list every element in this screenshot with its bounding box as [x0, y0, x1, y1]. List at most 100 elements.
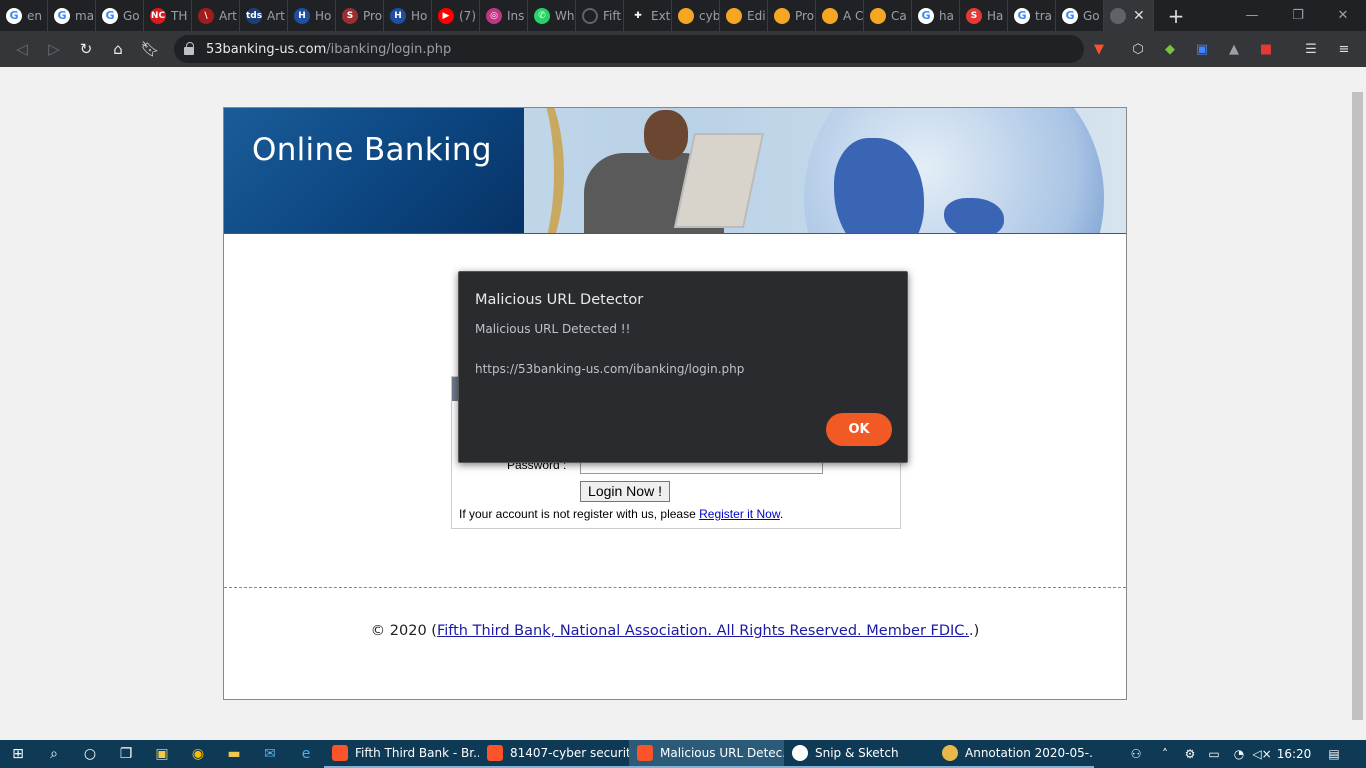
- tab-label: cyb: [699, 8, 719, 23]
- address-bar[interactable]: 53banking-us.com/ibanking/login.php: [174, 35, 1084, 63]
- home-button[interactable]: ⌂: [102, 33, 134, 65]
- taskbar-app-label: Malicious URL Detec...: [660, 746, 784, 760]
- leaf-extension-icon[interactable]: ◆: [1160, 39, 1180, 59]
- browser-tab[interactable]: S Ha: [960, 0, 1008, 31]
- google-icon: G: [1062, 7, 1078, 24]
- edge-icon[interactable]: e: [288, 740, 324, 768]
- browser-tab[interactable]: Fift: [576, 0, 624, 31]
- forward-button[interactable]: ▷: [38, 33, 70, 65]
- hand-icon: [822, 7, 838, 24]
- battery-icon[interactable]: ▭: [1204, 740, 1224, 768]
- login-button[interactable]: Login Now !: [580, 481, 670, 502]
- dialog-title: Malicious URL Detector: [475, 292, 644, 308]
- close-tab-icon[interactable]: ✕: [1133, 8, 1145, 24]
- register-link[interactable]: Register it Now: [699, 507, 780, 521]
- taskbar-app[interactable]: Malicious URL Detec...: [629, 740, 784, 768]
- browser-tab[interactable]: Gen: [0, 0, 48, 31]
- browser-tab[interactable]: tds Art: [240, 0, 288, 31]
- drive-extension-icon[interactable]: ▲: [1224, 39, 1244, 59]
- translate-extension-icon[interactable]: ▣: [1192, 39, 1212, 59]
- register-suffix: .: [779, 507, 784, 521]
- browser-tab[interactable]: NC TH: [144, 0, 192, 31]
- notifications-icon[interactable]: ▤: [1322, 740, 1346, 768]
- search-icon[interactable]: ⌕: [36, 740, 72, 768]
- task-view-icon[interactable]: ❐: [108, 740, 144, 768]
- puzzle-icon: ✚: [630, 7, 646, 24]
- wifi-icon[interactable]: ◔: [1228, 740, 1250, 768]
- browser-tab[interactable]: S Pro: [336, 0, 384, 31]
- browser-tab[interactable]: Ca: [864, 0, 912, 31]
- hand-icon: [774, 7, 790, 24]
- cortana-icon[interactable]: ○: [72, 740, 108, 768]
- taskbar-app[interactable]: Fifth Third Bank - Br...: [324, 740, 479, 768]
- taskbar-app[interactable]: 81407-cyber security...: [479, 740, 629, 768]
- footer-suffix: .): [969, 623, 980, 639]
- tab-label: Art: [219, 8, 237, 23]
- browser-tab[interactable]: Gtra: [1008, 0, 1056, 31]
- reading-list-icon[interactable]: ☰: [1301, 39, 1321, 59]
- close-window-button[interactable]: ✕: [1320, 0, 1366, 31]
- tab-label: Edi: [747, 8, 766, 23]
- chrome-icon[interactable]: ◉: [180, 740, 216, 768]
- browser-tab[interactable]: ◎ Ins: [480, 0, 528, 31]
- reload-button[interactable]: ↻: [70, 33, 102, 65]
- cube-extension-icon[interactable]: ⬡: [1128, 39, 1148, 59]
- brave-shields-icon[interactable]: ▼: [1089, 39, 1109, 59]
- scrollbar-thumb[interactable]: [1352, 92, 1363, 720]
- taskbar-app[interactable]: Snip & Sketch: [784, 740, 934, 768]
- browser-tab[interactable]: H Ho: [384, 0, 432, 31]
- tab-label: Wh: [555, 8, 575, 23]
- footer: © 2020 (Fifth Third Bank, National Assoc…: [224, 623, 1126, 639]
- instagram-icon: ◎: [486, 7, 502, 24]
- browser-tab[interactable]: A C: [816, 0, 864, 31]
- network-settings-icon[interactable]: ⚙: [1180, 740, 1200, 768]
- browser-tab[interactable]: G Go: [1056, 0, 1104, 31]
- new-tab-button[interactable]: +: [1164, 4, 1188, 28]
- chevron-up-icon[interactable]: ˄: [1155, 740, 1175, 768]
- footer-link[interactable]: Fifth Third Bank, National Association. …: [437, 623, 969, 639]
- tab-label: Pro: [363, 8, 383, 23]
- tab-label: Go: [123, 8, 140, 23]
- people-icon[interactable]: ⚇: [1124, 740, 1148, 768]
- browser-tab[interactable]: H Ho: [288, 0, 336, 31]
- menu-icon[interactable]: ≡: [1334, 39, 1354, 59]
- clock[interactable]: 16:20: [1276, 740, 1312, 768]
- google-icon: G: [54, 7, 70, 24]
- browser-tab[interactable]: G Go: [96, 0, 144, 31]
- cross-icon: \: [198, 7, 214, 24]
- banner-gold-curve: [474, 108, 564, 233]
- google-icon: G: [1014, 7, 1030, 24]
- browser-tab[interactable]: cyb: [672, 0, 720, 31]
- store-icon[interactable]: ▣: [144, 740, 180, 768]
- browser-tab[interactable]: ▶ (7): [432, 0, 480, 31]
- browser-tab[interactable]: Gha: [912, 0, 960, 31]
- banner: Online Banking: [224, 108, 1126, 234]
- browser-tab-active[interactable]: ✕: [1104, 0, 1154, 31]
- brave-icon: [332, 745, 348, 761]
- url-host: 53banking-us.com: [206, 41, 327, 57]
- browser-tab[interactable]: ✆ Wh: [528, 0, 576, 31]
- windows-start-icon[interactable]: ⊞: [0, 740, 36, 768]
- volume-muted-icon[interactable]: ◁×: [1252, 740, 1272, 768]
- taskbar-app[interactable]: Annotation 2020-05-...: [934, 740, 1094, 768]
- restore-button[interactable]: ❐: [1275, 0, 1321, 31]
- browser-tab[interactable]: Pro: [768, 0, 816, 31]
- back-button[interactable]: ◁: [6, 33, 38, 65]
- browser-tab[interactable]: ✚ Ext: [624, 0, 672, 31]
- red-extension-icon[interactable]: ■: [1256, 39, 1276, 59]
- tab-label: tra: [1035, 8, 1052, 23]
- taskbar-app-label: 81407-cyber security...: [510, 746, 629, 760]
- tab-label: ma: [75, 8, 95, 23]
- tab-label: Ext: [651, 8, 671, 23]
- browser-tab[interactable]: \ Art: [192, 0, 240, 31]
- browser-tab[interactable]: Edi: [720, 0, 768, 31]
- minimize-button[interactable]: —: [1229, 0, 1275, 31]
- globe-image: [804, 108, 1104, 233]
- tab-label: Ho: [315, 8, 332, 23]
- bookmark-button[interactable]: 🔖︎: [134, 33, 166, 65]
- mail-icon[interactable]: ✉: [252, 740, 288, 768]
- ok-button[interactable]: OK: [826, 413, 892, 446]
- register-line: If your account is not register with us,…: [459, 507, 783, 521]
- file-explorer-icon[interactable]: ▬: [216, 740, 252, 768]
- browser-tab[interactable]: Gma: [48, 0, 96, 31]
